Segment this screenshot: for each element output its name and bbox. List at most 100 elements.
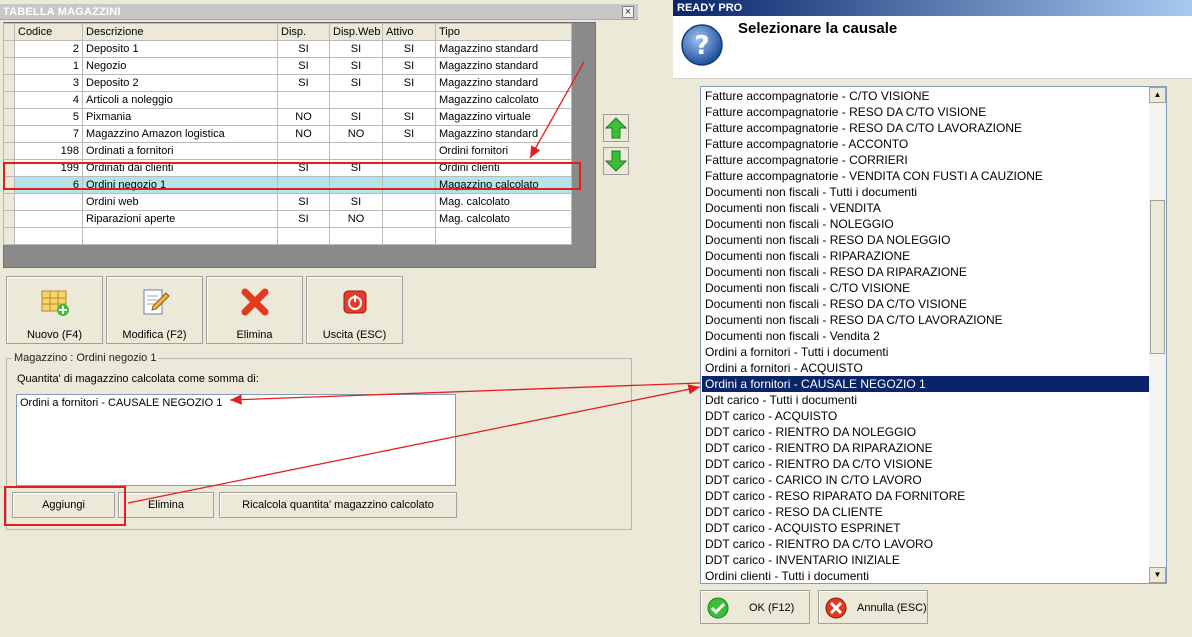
cell-codice bbox=[14, 193, 83, 211]
new-button[interactable]: Nuovo (F4) bbox=[6, 276, 103, 344]
cell-codice: 3 bbox=[14, 74, 83, 92]
table-row[interactable]: 2 Deposito 1 SI SI SI Magazzino standard bbox=[3, 40, 572, 58]
cell-tipo bbox=[435, 227, 572, 245]
row-selector[interactable] bbox=[3, 57, 15, 75]
list-item[interactable]: DDT carico - CARICO IN C/TO LAVORO bbox=[704, 472, 922, 488]
cell-attivo: SI bbox=[382, 74, 436, 92]
row-selector[interactable] bbox=[3, 193, 15, 211]
list-item[interactable]: Documenti non fiscali - Tutti i document… bbox=[704, 184, 917, 200]
list-item[interactable]: DDT carico - RIENTRO DA C/TO VISIONE bbox=[704, 456, 933, 472]
exit-button-label: Uscita (ESC) bbox=[322, 329, 387, 341]
scroll-down-button[interactable]: ▼ bbox=[1149, 567, 1166, 583]
list-item[interactable]: Documenti non fiscali - RIPARAZIONE bbox=[704, 248, 910, 264]
edit-button-label: Modifica (F2) bbox=[122, 329, 187, 341]
scroll-up-button[interactable]: ▲ bbox=[1149, 87, 1166, 103]
table-row[interactable]: 198 Ordinati a fornitori Ordini fornitori bbox=[3, 142, 572, 160]
cell-descrizione: Deposito 1 bbox=[82, 40, 278, 58]
edit-button[interactable]: Modifica (F2) bbox=[106, 276, 203, 344]
question-icon: ? bbox=[681, 24, 723, 66]
list-item[interactable]: Ordini clienti - Tutti i documenti bbox=[704, 568, 869, 583]
cancel-button[interactable]: Annulla (ESC) bbox=[818, 590, 928, 624]
column-header-descrizione[interactable]: Descrizione bbox=[82, 23, 278, 41]
delete-button-label: Elimina bbox=[236, 329, 273, 341]
list-item[interactable]: Documenti non fiscali - RESO DA C/TO LAV… bbox=[704, 312, 1003, 328]
row-selector[interactable] bbox=[3, 125, 15, 143]
cell-tipo: Magazzino standard bbox=[435, 40, 572, 58]
exit-button[interactable]: Uscita (ESC) bbox=[306, 276, 403, 344]
list-item[interactable]: Documenti non fiscali - RESO DA C/TO VIS… bbox=[704, 296, 967, 312]
list-item[interactable]: Ddt carico - Tutti i documenti bbox=[704, 392, 857, 408]
table-row[interactable]: Ordini web SI SI Mag. calcolato bbox=[3, 193, 572, 211]
list-item[interactable]: Fatture accompagnatorie - C/TO VISIONE bbox=[704, 88, 930, 104]
column-header-codice[interactable]: Codice bbox=[14, 23, 83, 41]
row-selector[interactable] bbox=[3, 210, 15, 228]
cell-disp: SI bbox=[277, 210, 330, 228]
window-title: TABELLA MAGAZZINI bbox=[0, 4, 638, 20]
list-item[interactable]: DDT carico - ACQUISTO ESPRINET bbox=[704, 520, 901, 536]
row-selector[interactable] bbox=[3, 91, 15, 109]
cell-disp bbox=[277, 142, 330, 160]
row-selector[interactable] bbox=[3, 40, 15, 58]
list-item[interactable]: Fatture accompagnatorie - ACCONTO bbox=[704, 136, 908, 152]
move-down-button[interactable] bbox=[603, 147, 629, 175]
table-row[interactable]: 3 Deposito 2 SI SI SI Magazzino standard bbox=[3, 74, 572, 92]
row-selector[interactable] bbox=[3, 227, 15, 245]
row-selector[interactable] bbox=[3, 108, 15, 126]
row-selector[interactable] bbox=[3, 142, 15, 160]
remove-button[interactable]: Elimina bbox=[118, 492, 214, 518]
warehouse-grid: Codice Descrizione Disp. Disp.Web Attivo… bbox=[3, 23, 572, 245]
list-item[interactable]: DDT carico - RESO DA CLIENTE bbox=[704, 504, 883, 520]
list-item[interactable]: Documenti non fiscali - RESO DA RIPARAZI… bbox=[704, 264, 967, 280]
column-header-disp[interactable]: Disp. bbox=[277, 23, 330, 41]
table-row[interactable]: 7 Magazzino Amazon logistica NO NO SI Magazzi… bbox=[3, 125, 572, 143]
list-item[interactable]: Documenti non fiscali - RESO DA NOLEGGIO bbox=[704, 232, 950, 248]
column-header-attivo[interactable]: Attivo bbox=[382, 23, 436, 41]
list-item[interactable]: Fatture accompagnatorie - CORRIERI bbox=[704, 152, 908, 168]
list-item[interactable]: Ordini a fornitori - Tutti i documenti bbox=[704, 344, 888, 360]
cell-attivo: SI bbox=[382, 108, 436, 126]
cell-tipo: Magazzino calcolato bbox=[435, 91, 572, 109]
list-item[interactable]: Documenti non fiscali - Vendita 2 bbox=[704, 328, 880, 344]
table-row[interactable]: 4 Articoli a noleggio Magazzino calcolato bbox=[3, 91, 572, 109]
list-item[interactable]: DDT carico - RESO RIPARATO DA FORNITORE bbox=[704, 488, 965, 504]
table-row[interactable]: 1 Negozio SI SI SI Magazzino standard bbox=[3, 57, 572, 75]
power-icon bbox=[343, 290, 367, 314]
arrow-down-icon bbox=[604, 150, 628, 172]
list-item[interactable]: Fatture accompagnatorie - VENDITA CON FU… bbox=[704, 168, 1043, 184]
cell-tipo: Magazzino standard bbox=[435, 125, 572, 143]
causale-list[interactable]: Fatture accompagnatorie - C/TO VISIONE Fa… bbox=[700, 86, 1167, 584]
list-item[interactable]: Fatture accompagnatorie - RESO DA C/TO L… bbox=[704, 120, 1022, 136]
column-header-tipo[interactable]: Tipo bbox=[435, 23, 572, 41]
list-item[interactable]: Documenti non fiscali - VENDITA bbox=[704, 200, 881, 216]
ok-button[interactable]: OK (F12) bbox=[700, 590, 810, 624]
move-up-button[interactable] bbox=[603, 114, 629, 142]
table-row[interactable]: 5 Pixmania NO SI SI Magazzino virtuale bbox=[3, 108, 572, 126]
list-item[interactable]: DDT carico - ACQUISTO bbox=[704, 408, 837, 424]
list-item[interactable]: Ordini a fornitori - ACQUISTO bbox=[704, 360, 863, 376]
list-item[interactable]: Documenti non fiscali - NOLEGGIO bbox=[704, 216, 894, 232]
delete-button[interactable]: Elimina bbox=[206, 276, 303, 344]
cancel-button-label: Annulla (ESC) bbox=[857, 602, 927, 614]
cell-attivo bbox=[382, 210, 436, 228]
table-row[interactable]: Riparazioni aperte SI NO Mag. calcolato bbox=[3, 210, 572, 228]
column-header-disp-web[interactable]: Disp.Web bbox=[329, 23, 383, 41]
list-item[interactable]: Fatture accompagnatorie - RESO DA C/TO V… bbox=[704, 104, 986, 120]
close-button[interactable]: × bbox=[622, 6, 634, 18]
cell-disp: NO bbox=[277, 125, 330, 143]
list-item[interactable]: DDT carico - RIENTRO DA C/TO LAVORO bbox=[704, 536, 933, 552]
list-item[interactable]: Ordini a fornitori - CAUSALE NEGOZIO 1 bbox=[20, 397, 222, 409]
table-row[interactable] bbox=[3, 227, 572, 245]
row-selector[interactable] bbox=[3, 74, 15, 92]
list-item[interactable]: DDT carico - RIENTRO DA NOLEGGIO bbox=[704, 424, 916, 440]
list-item[interactable]: DDT carico - INVENTARIO INIZIALE bbox=[704, 552, 900, 568]
cell-attivo bbox=[382, 142, 436, 160]
list-item-selected[interactable]: Ordini a fornitori - CAUSALE NEGOZIO 1 bbox=[702, 376, 1152, 392]
new-table-icon bbox=[41, 290, 69, 316]
scrollbar-thumb[interactable] bbox=[1150, 200, 1165, 354]
delete-x-icon bbox=[241, 288, 269, 316]
recalculate-button[interactable]: Ricalcola quantita' magazzino calcolato bbox=[219, 492, 457, 518]
cell-disp bbox=[277, 227, 330, 245]
list-item[interactable]: Documenti non fiscali - C/TO VISIONE bbox=[704, 280, 910, 296]
list-item[interactable]: DDT carico - RIENTRO DA RIPARAZIONE bbox=[704, 440, 933, 456]
cell-disp-web: NO bbox=[329, 210, 383, 228]
